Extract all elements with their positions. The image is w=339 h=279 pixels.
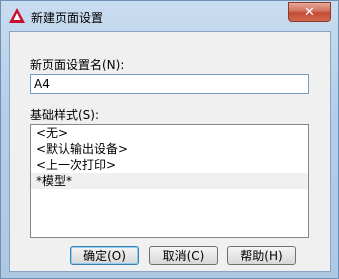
base-style-list[interactable]: <无> <默认输出设备> <上一次打印> *模型* [30, 124, 309, 238]
list-item-previous-plot[interactable]: <上一次打印> [31, 157, 308, 173]
list-item-model[interactable]: *模型* [31, 173, 308, 189]
help-button[interactable]: 帮助(H) [227, 246, 296, 265]
ok-button[interactable]: 确定(O) [70, 246, 139, 265]
autocad-logo-icon [9, 8, 25, 23]
title-bar[interactable]: 新建页面设置 ✕ [1, 1, 338, 31]
dialog-title: 新建页面设置 [31, 11, 104, 25]
list-item-default-output-device[interactable]: <默认输出设备> [31, 141, 308, 157]
base-style-label: 基础样式(S): [30, 108, 100, 122]
new-page-setup-name-label: 新页面设置名(N): [30, 58, 125, 72]
dialog-body: 新页面设置名(N): 基础样式(S): <无> <默认输出设备> <上一次打印>… [9, 31, 331, 272]
new-page-setup-name-input[interactable] [30, 74, 309, 94]
close-icon: ✕ [304, 4, 315, 20]
new-page-setup-dialog: 新建页面设置 ✕ 新页面设置名(N): 基础样式(S): <无> <默认输出设备… [0, 0, 339, 279]
list-item-none[interactable]: <无> [31, 125, 308, 141]
close-button[interactable]: ✕ [288, 2, 331, 22]
cancel-button[interactable]: 取消(C) [149, 246, 218, 265]
